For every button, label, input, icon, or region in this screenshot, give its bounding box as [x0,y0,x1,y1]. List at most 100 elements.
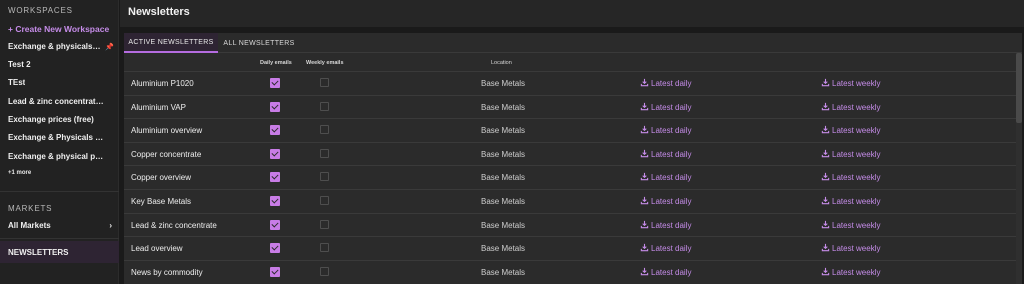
latest-daily-label: Latest daily [651,149,692,159]
latest-weekly-link[interactable]: Latest weekly [821,220,880,231]
latest-daily-link[interactable]: Latest daily [640,267,691,278]
weekly-email-checkbox[interactable] [320,125,329,135]
latest-weekly-link[interactable]: Latest weekly [821,243,880,254]
weekly-email-checkbox[interactable] [320,78,329,87]
column-header-daily: Daily emails [260,60,292,66]
download-icon [821,172,832,183]
workspace-item[interactable]: Exchange & physicals ex... 📌 [8,42,114,51]
latest-weekly-link[interactable]: Latest weekly [821,267,880,278]
weekly-email-checkbox[interactable] [320,219,329,229]
weekly-email-checkbox[interactable] [320,172,329,182]
latest-daily-label: Latest daily [651,244,692,254]
download-icon [640,243,651,254]
weekly-email-checkbox[interactable] [320,266,329,276]
scrollbar-thumb[interactable] [1016,53,1022,123]
latest-daily-link[interactable]: Latest daily [640,78,691,89]
latest-daily-link[interactable]: Latest daily [640,220,691,231]
latest-daily-link[interactable]: Latest daily [640,243,691,254]
location-cell: Base Metals [481,126,526,136]
newsletter-name: Copper concentrate [131,149,202,159]
workspace-item[interactable]: Test 2 [8,60,114,69]
latest-daily-label: Latest daily [651,79,692,88]
latest-daily-link[interactable]: Latest daily [640,196,691,207]
latest-daily-label: Latest daily [651,220,692,230]
latest-weekly-label: Latest weekly [832,220,881,230]
column-header-location: Location [491,60,512,66]
latest-daily-link[interactable]: Latest daily [640,172,691,183]
latest-weekly-link[interactable]: Latest weekly [821,125,880,136]
latest-daily-link[interactable]: Latest daily [640,125,691,136]
daily-email-checkbox[interactable] [270,266,280,277]
daily-email-checkbox[interactable] [270,243,280,254]
workspace-item-label: Exchange & physical pri... [8,152,104,161]
latest-weekly-link[interactable]: Latest weekly [821,196,880,207]
tab-all-newsletters[interactable]: ALL NEWSLETTERS [218,33,300,53]
latest-weekly-label: Latest weekly [832,149,881,159]
daily-email-checkbox[interactable] [270,101,280,112]
daily-email-checkbox[interactable] [270,78,280,88]
location-cell: Base Metals [481,244,526,254]
download-icon [821,102,832,113]
latest-weekly-link[interactable]: Latest weekly [821,78,880,89]
latest-daily-link[interactable]: Latest daily [640,102,691,113]
download-icon [821,125,832,136]
all-markets-label: All Markets [8,221,51,230]
sidebar-item-newsletters[interactable]: NEWSLETTERS [0,241,119,263]
workspace-item-label: Exchange & Physicals ex... [8,133,104,142]
workspaces-label: WORKSPACES [8,6,73,15]
tab-active-newsletters[interactable]: ACTIVE NEWSLETTERS [124,33,218,53]
download-icon [821,220,832,231]
newsletter-name: Lead overview [131,244,183,254]
newsletter-name: Aluminium P1020 [131,79,194,88]
workspace-item-label: Exchange prices (free) [8,115,94,124]
create-workspace-button[interactable]: + Create New Workspace [8,24,109,34]
location-cell: Base Metals [481,173,526,183]
newsletter-name: Aluminium overview [131,126,203,136]
latest-daily-label: Latest daily [651,197,692,206]
newsletters-panel: ACTIVE NEWSLETTERS ALL NEWSLETTERS Daily… [124,33,1022,284]
sidebar-item-all-markets[interactable]: All Markets › [8,221,112,230]
newsletter-name: Aluminium VAP [131,102,186,112]
tab-bar: ACTIVE NEWSLETTERS ALL NEWSLETTERS [124,33,1022,53]
weekly-email-checkbox[interactable] [320,243,329,253]
download-icon [640,196,651,207]
workspace-item-label: TEst [8,78,26,87]
download-icon [821,267,832,278]
workspace-item[interactable]: Exchange prices (free) [8,115,114,124]
download-icon [640,125,651,136]
location-cell: Base Metals [481,220,526,230]
top-bar [120,0,1024,27]
newsletter-name: Copper overview [131,173,192,183]
more-workspaces-button[interactable]: +1 more [8,170,31,176]
latest-weekly-label: Latest weekly [832,126,881,136]
daily-email-checkbox[interactable] [270,148,280,159]
latest-weekly-label: Latest weekly [832,267,881,277]
workspace-item[interactable]: Exchange & physical pri... [8,152,114,161]
latest-daily-link[interactable]: Latest daily [640,149,691,160]
workspace-item[interactable]: Exchange & Physicals ex... [8,133,114,142]
workspace-item[interactable]: Lead & zinc concentrate... [8,97,114,106]
column-header-weekly: Weekly emails [306,60,344,66]
latest-weekly-link[interactable]: Latest weekly [821,149,880,160]
weekly-email-checkbox[interactable] [320,101,329,111]
weekly-email-checkbox[interactable] [320,148,329,158]
table-row: Copper concentrate Base Metals Latest dail… [124,141,1016,166]
weekly-email-checkbox[interactable] [320,196,329,205]
page-title: Newsletters [128,6,190,18]
workspace-item[interactable]: TEst [8,78,114,87]
daily-email-checkbox[interactable] [270,125,280,136]
latest-weekly-link[interactable]: Latest weekly [821,102,880,113]
pin-icon[interactable]: 📌 [105,43,114,51]
workspace-item-label: Test 2 [8,60,31,69]
download-icon [821,149,832,160]
daily-email-checkbox[interactable] [270,196,280,206]
location-cell: Base Metals [481,197,526,206]
latest-weekly-label: Latest weekly [832,102,881,112]
location-cell: Base Metals [481,79,526,88]
download-icon [821,243,832,254]
sidebar-divider [0,191,119,192]
daily-email-checkbox[interactable] [270,172,280,183]
daily-email-checkbox[interactable] [270,219,280,230]
latest-weekly-link[interactable]: Latest weekly [821,172,880,183]
sidebar: WORKSPACES + Create New Workspace Exchan… [0,0,119,284]
